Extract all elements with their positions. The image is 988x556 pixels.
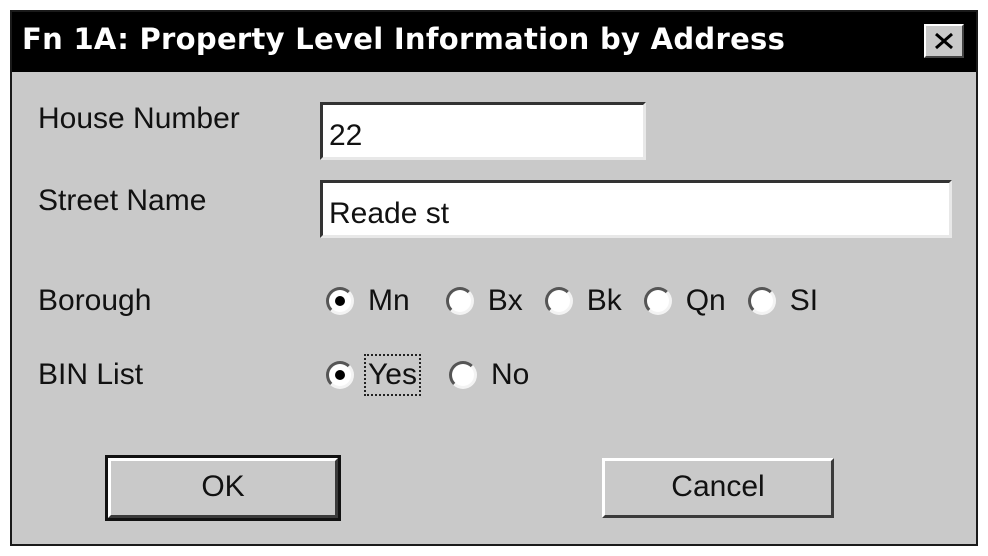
radio-unselected-icon xyxy=(448,361,477,389)
street-name-label: Street Name xyxy=(38,184,207,217)
borough-option-qn[interactable]: Qn xyxy=(643,284,726,318)
borough-option-label: Qn xyxy=(685,284,726,317)
radio-unselected-icon xyxy=(643,287,672,315)
close-icon xyxy=(935,32,953,50)
radio-unselected-icon xyxy=(445,287,474,315)
cancel-button[interactable]: Cancel xyxy=(602,458,834,518)
bin-list-option-label: No xyxy=(490,358,530,391)
radio-unselected-icon xyxy=(747,287,776,315)
borough-label: Borough xyxy=(38,284,152,317)
borough-radio-group: Mn Bx Bk Qn SI xyxy=(326,284,840,318)
house-number-input[interactable] xyxy=(320,102,646,160)
street-name-input[interactable] xyxy=(320,180,952,238)
bin-list-radio-group: Yes No xyxy=(326,354,551,396)
radio-unselected-icon xyxy=(544,287,573,315)
borough-option-bx[interactable]: Bx xyxy=(445,284,523,318)
borough-option-label: SI xyxy=(789,284,819,317)
borough-option-label: Bx xyxy=(487,284,523,317)
dialog-window: Fn 1A: Property Level Information by Add… xyxy=(10,10,978,546)
borough-option-mn[interactable]: Mn xyxy=(326,284,410,318)
radio-selected-icon xyxy=(326,287,354,315)
close-button[interactable] xyxy=(924,24,964,58)
radio-selected-icon xyxy=(326,361,354,389)
title-bar: Fn 1A: Property Level Information by Add… xyxy=(12,12,976,72)
bin-list-label: BIN List xyxy=(38,358,144,391)
borough-option-si[interactable]: SI xyxy=(747,284,819,318)
borough-option-bk[interactable]: Bk xyxy=(544,284,622,318)
borough-option-label: Mn xyxy=(368,284,410,317)
bin-list-option-yes[interactable]: Yes xyxy=(326,354,421,396)
bin-list-option-no[interactable]: No xyxy=(448,358,530,392)
house-number-label: House Number xyxy=(38,102,240,135)
borough-option-label: Bk xyxy=(586,284,622,317)
bin-list-option-label: Yes xyxy=(364,354,421,396)
window-title: Fn 1A: Property Level Information by Add… xyxy=(22,22,786,56)
ok-button[interactable]: OK xyxy=(105,455,341,521)
